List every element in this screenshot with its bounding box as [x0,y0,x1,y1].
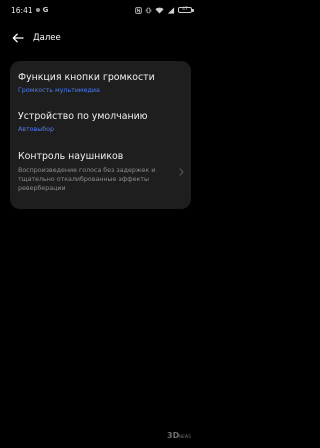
watermark-text-bottom: NEWS [179,434,191,439]
setting-description: Воспроизведение голоса без задержек и тщ… [18,167,156,192]
notification-dot-icon [35,8,40,12]
battery-tip [192,9,194,12]
vibrate-icon [145,7,152,13]
wifi-icon [155,7,164,13]
setting-volume-button-function[interactable]: Функция кнопки громкости Громкость мульт… [18,72,183,95]
signal-icon [167,6,175,14]
setting-title: Функция кнопки громкости [18,72,155,83]
screen: 16:41 G 47 Далее Функция кнопки громкост… [0,0,200,448]
battery-level: 47 [182,6,188,12]
setting-headphone-control[interactable]: Контроль наушников Воспроизведение голос… [18,151,183,193]
setting-value: Громкость мультимедиа [18,87,100,94]
chevron-right-icon[interactable] [177,166,185,178]
battery-icon: 47 [178,6,194,14]
setting-default-device[interactable]: Устройство по умолчанию Автовыбор [18,111,183,134]
status-left: 16:41 G [11,6,48,15]
setting-value: Автовыбор [18,126,54,133]
status-right: 47 [135,6,194,14]
google-icon: G [42,6,49,14]
back-button[interactable] [11,31,25,45]
setting-title: Устройство по умолчанию [18,111,148,122]
nfc-icon [135,6,142,14]
status-time: 16:41 [11,5,33,15]
settings-card: Функция кнопки громкости Громкость мульт… [10,61,191,209]
arrow-left-icon [12,33,24,43]
watermark-logo: 3D NEWS [167,431,191,440]
page-title: Далее [33,33,61,43]
setting-title: Контроль наушников [18,151,124,162]
watermark-text-top: 3D [167,431,180,440]
status-bar: 16:41 G 47 [0,0,200,20]
header: Далее [0,28,200,48]
